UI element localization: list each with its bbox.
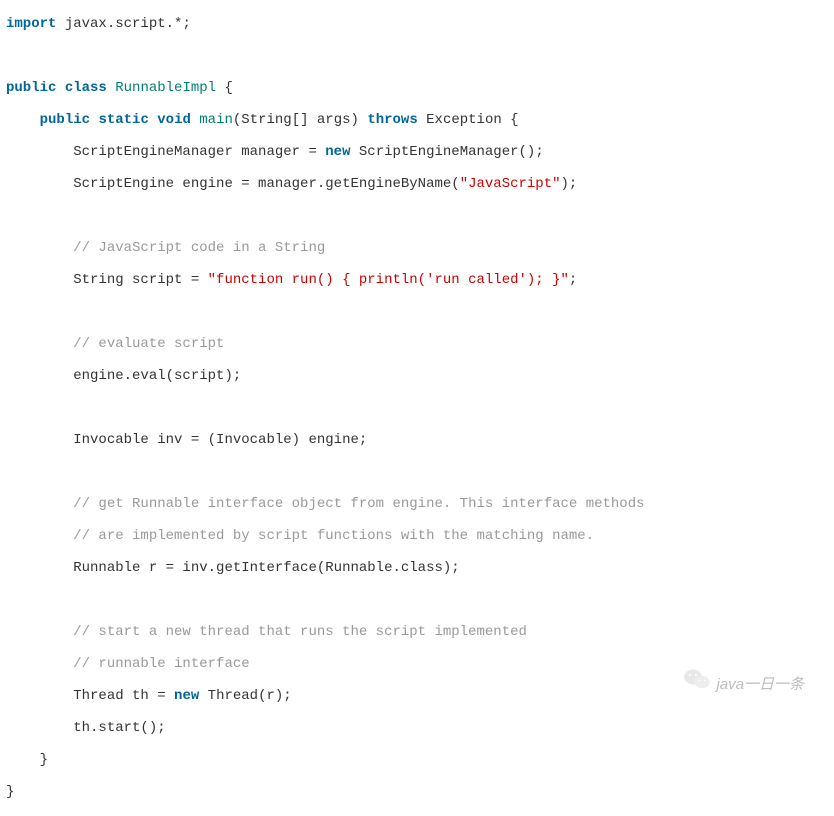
code-text: ); bbox=[561, 176, 578, 192]
keyword: import bbox=[6, 16, 56, 32]
code-text: } bbox=[6, 784, 14, 800]
keyword: class bbox=[65, 80, 107, 96]
keyword: new bbox=[174, 688, 199, 704]
code-text: th.start(); bbox=[73, 720, 165, 736]
code-text: ; bbox=[569, 272, 577, 288]
keyword: public bbox=[40, 112, 90, 128]
code-text: ScriptEngineManager manager = bbox=[73, 144, 325, 160]
code-text: String script = bbox=[73, 272, 207, 288]
comment: // JavaScript code in a String bbox=[73, 240, 325, 256]
watermark: java一日一条 bbox=[684, 668, 804, 702]
code-text: (String[] args) bbox=[233, 112, 367, 128]
code-text: ScriptEngine engine = manager.getEngineB… bbox=[73, 176, 459, 192]
keyword: new bbox=[325, 144, 350, 160]
code-text: javax.script.*; bbox=[56, 16, 190, 32]
code-text: Thread th = bbox=[73, 688, 174, 704]
method-name: main bbox=[199, 112, 233, 128]
keyword: public bbox=[6, 80, 56, 96]
string-literal: "JavaScript" bbox=[460, 176, 561, 192]
code-text: { bbox=[216, 80, 233, 96]
keyword: throws bbox=[367, 112, 417, 128]
class-name: RunnableImpl bbox=[115, 80, 216, 96]
comment: // get Runnable interface object from en… bbox=[73, 496, 644, 512]
comment: // start a new thread that runs the scri… bbox=[73, 624, 527, 640]
code-text: Thread(r); bbox=[199, 688, 291, 704]
keyword: static bbox=[98, 112, 148, 128]
comment: // are implemented by script functions w… bbox=[73, 528, 594, 544]
code-text: } bbox=[40, 752, 48, 768]
code-text: Runnable r = inv.getInterface(Runnable.c… bbox=[73, 560, 459, 576]
code-text: ScriptEngineManager(); bbox=[350, 144, 543, 160]
wechat-icon bbox=[684, 668, 710, 702]
watermark-text: java一日一条 bbox=[716, 669, 804, 701]
code-text: engine.eval(script); bbox=[73, 368, 241, 384]
code-text: Invocable inv = (Invocable) engine; bbox=[73, 432, 367, 448]
string-literal: "function run() { println('run called');… bbox=[208, 272, 569, 288]
comment: // runnable interface bbox=[73, 656, 249, 672]
keyword: void bbox=[157, 112, 191, 128]
code-text: Exception { bbox=[418, 112, 519, 128]
comment: // evaluate script bbox=[73, 336, 224, 352]
